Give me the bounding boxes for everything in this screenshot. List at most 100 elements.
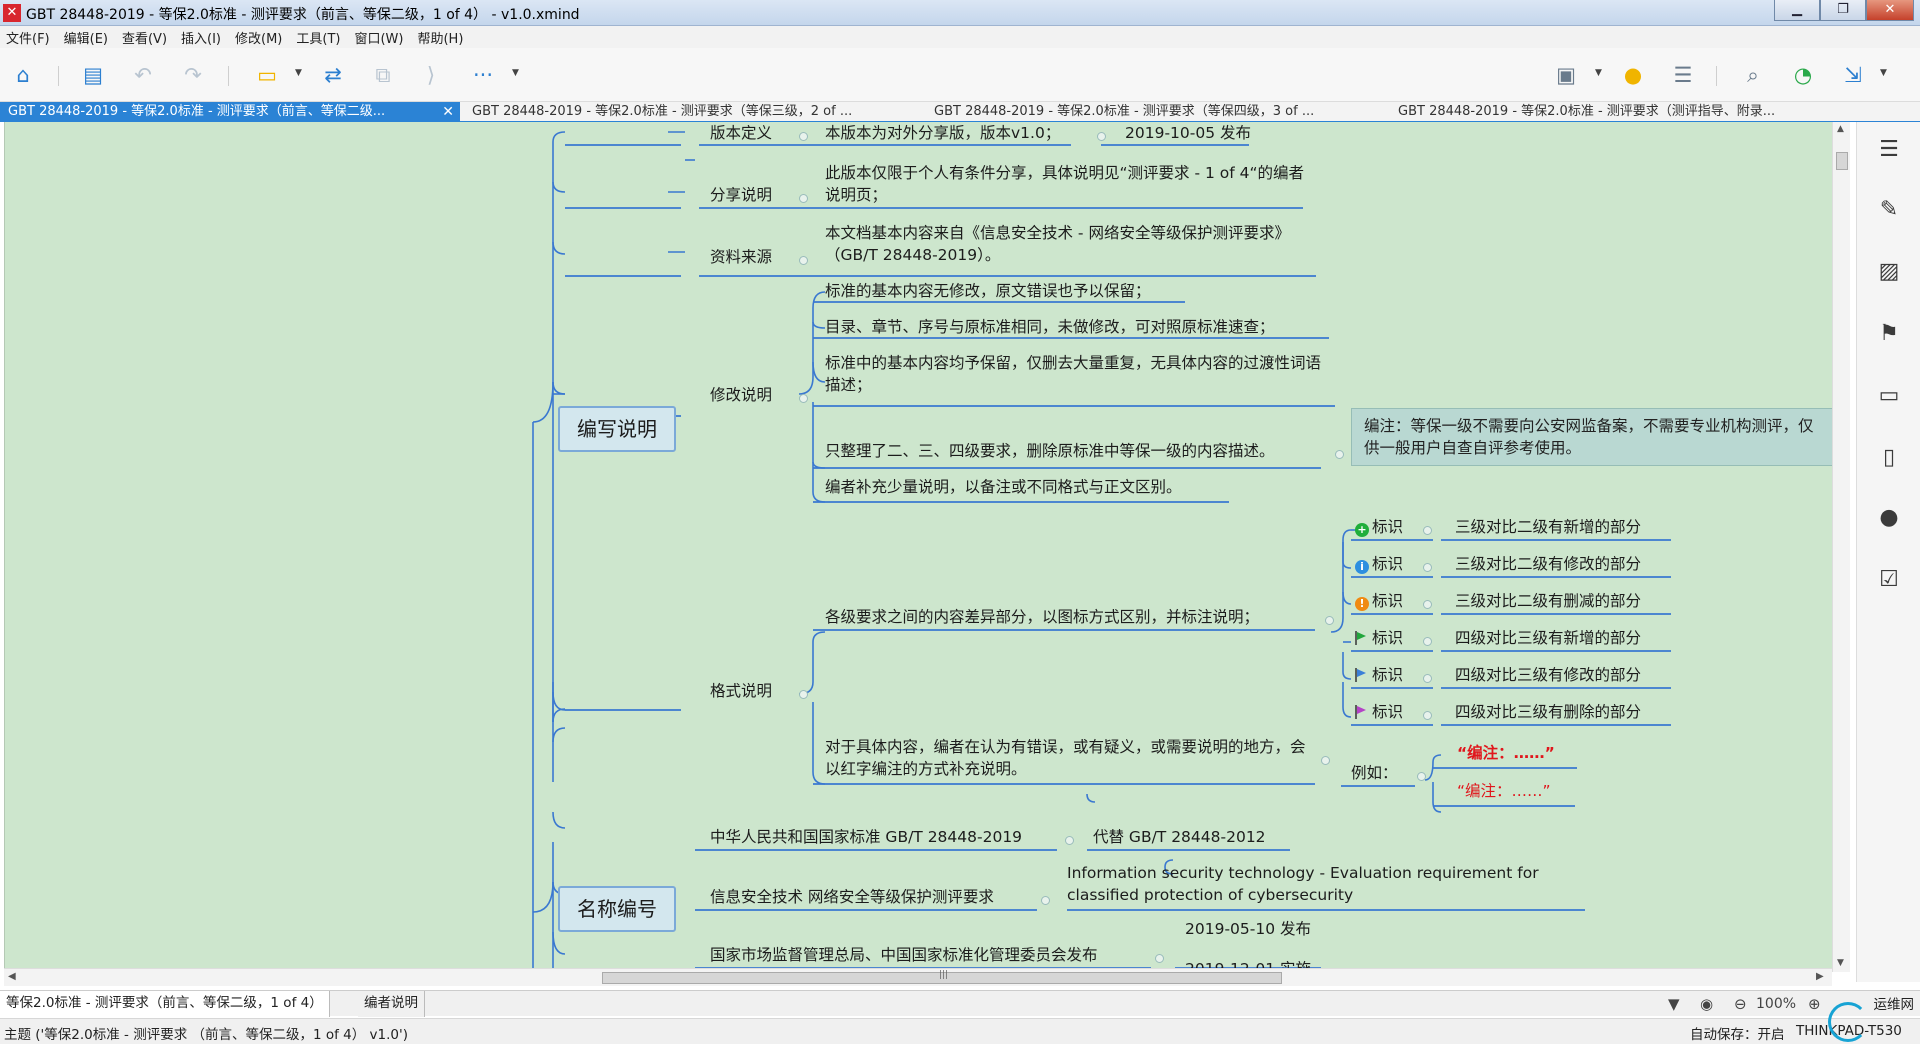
- topic-dropdown-icon[interactable]: ▼: [295, 68, 302, 78]
- scroll-left-icon[interactable]: ◀: [8, 971, 16, 982]
- collapse-toggle[interactable]: [1065, 836, 1074, 845]
- topic-xiugai-1[interactable]: 标准的基本内容无修改，原文错误也予以保留；: [825, 280, 1151, 302]
- central-topic-mingcheng[interactable]: 名称编号: [558, 886, 676, 932]
- topic-ziliao[interactable]: 资料来源: [710, 246, 772, 268]
- collapse-toggle[interactable]: [1097, 132, 1106, 141]
- more-dropdown-icon[interactable]: ▼: [512, 68, 519, 78]
- menu-window[interactable]: 窗口(W): [354, 28, 403, 47]
- comments-icon[interactable]: ●: [1875, 504, 1903, 532]
- undo-icon[interactable]: ↶: [130, 62, 156, 88]
- collapse-toggle[interactable]: [1041, 896, 1050, 905]
- topic-icon[interactable]: ▭: [254, 62, 280, 88]
- horizontal-scrollbar[interactable]: ◀ ||| ▶: [4, 968, 1832, 986]
- topic-mc-3-value-1[interactable]: 2019-05-10 发布: [1185, 918, 1311, 940]
- topic-xiugai-4[interactable]: 只整理了二、三、四级要求，删除原标准中等保一级的内容描述。: [825, 440, 1275, 462]
- topic-liru[interactable]: 例如：: [1351, 762, 1398, 784]
- mark-row-3[interactable]: ! 标识: [1355, 590, 1403, 612]
- boundary-icon[interactable]: ⧉: [370, 62, 396, 88]
- topic-xiugai-5[interactable]: 编者补充少量说明，以备注或不同格式与正文区别。: [825, 476, 1182, 498]
- export-dropdown-icon[interactable]: ▼: [1880, 68, 1887, 78]
- scroll-up-icon[interactable]: ▲: [1837, 124, 1844, 134]
- collapse-toggle[interactable]: [1423, 600, 1432, 609]
- scroll-right-icon[interactable]: ▶: [1816, 971, 1824, 982]
- collapse-toggle[interactable]: [799, 132, 808, 141]
- topic-geshi-2[interactable]: 对于具体内容，编者在认为有错误，或有疑义，或需要说明的地方，会以红字编注的方式补…: [825, 736, 1315, 780]
- menu-file[interactable]: 文件(F): [6, 28, 50, 47]
- view-eye-icon[interactable]: ◉: [1700, 995, 1713, 1013]
- topic-banben-date[interactable]: 2019-10-05 发布: [1125, 122, 1251, 144]
- collapse-toggle[interactable]: [1335, 450, 1344, 459]
- mark-text-5[interactable]: 四级对比三级有修改的部分: [1455, 664, 1641, 686]
- tab-doc-3[interactable]: GBT 28448-2019 - 等保2.0标准 - 测评要求（等保四级，3 o…: [926, 102, 1376, 122]
- scroll-down-icon[interactable]: ▼: [1837, 958, 1844, 968]
- mindmap-canvas[interactable]: 编写说明 版本定义 本版本为对外分享版，版本v1.0； 2019-10-05 发…: [4, 122, 1832, 972]
- minimize-button[interactable]: ▁: [1774, 0, 1820, 21]
- summary-icon[interactable]: ⟩: [418, 62, 444, 88]
- home-icon[interactable]: ⌂: [10, 62, 36, 88]
- menu-view[interactable]: 查看(V): [122, 28, 167, 47]
- style-brush-icon[interactable]: ✎: [1875, 196, 1903, 224]
- vertical-scroll-thumb[interactable]: [1836, 152, 1848, 170]
- collapse-toggle[interactable]: [1325, 616, 1334, 625]
- zoom-out-icon[interactable]: ⊖: [1734, 995, 1747, 1013]
- collapse-toggle[interactable]: [1417, 772, 1426, 781]
- search-icon[interactable]: ⌕: [1740, 62, 1766, 88]
- mark-row-5[interactable]: 标识: [1355, 664, 1403, 686]
- topic-mc-2-value[interactable]: Information security technology - Evalua…: [1067, 862, 1587, 906]
- mark-text-4[interactable]: 四级对比三级有新增的部分: [1455, 627, 1641, 649]
- menu-tools[interactable]: 工具(T): [296, 28, 340, 47]
- topic-xiugai-3[interactable]: 标准中的基本内容均予保留，仅删去大量重复，无具体内容的过渡性词语描述；: [825, 352, 1335, 396]
- collapse-toggle[interactable]: [1155, 954, 1164, 963]
- collapse-toggle[interactable]: [1423, 563, 1432, 572]
- collapse-toggle[interactable]: [799, 394, 808, 403]
- image-icon[interactable]: ▨: [1875, 258, 1903, 286]
- zoom-in-icon[interactable]: ⊕: [1808, 995, 1821, 1013]
- collapse-toggle[interactable]: [1423, 526, 1432, 535]
- topic-xiugai-4-note[interactable]: 编注：等保一级不需要向公安网监备案，不需要专业机构测评，仅供一般用户自查自评参考…: [1351, 408, 1832, 466]
- topic-banben-value[interactable]: 本版本为对外分享版，版本v1.0；: [825, 122, 1060, 144]
- mark-row-6[interactable]: 标识: [1355, 701, 1403, 723]
- export-icon[interactable]: ⇲: [1840, 62, 1866, 88]
- topic-mc-3[interactable]: 国家市场监督管理总局、中国国家标准化管理委员会发布: [710, 944, 1098, 966]
- task-icon[interactable]: ☑: [1875, 566, 1903, 594]
- sheet-tab-main[interactable]: 等保2.0标准 - 测评要求（前言、等保二级，1 of 4）: [0, 991, 330, 1017]
- xmind-app-icon[interactable]: ✕: [3, 4, 21, 22]
- topic-ziliao-value[interactable]: 本文档基本内容来自《信息安全技术 - 网络安全等级保护测评要求》（GB/T 28…: [825, 222, 1315, 266]
- outliner-icon[interactable]: ☰: [1670, 62, 1696, 88]
- text-style-icon[interactable]: ▭: [1875, 382, 1903, 410]
- collapse-toggle[interactable]: [1423, 674, 1432, 683]
- sheet-tab-notes[interactable]: 编者说明: [358, 991, 425, 1017]
- topic-example-2[interactable]: “编注：……”: [1457, 780, 1551, 802]
- save-icon[interactable]: ▤: [80, 62, 106, 88]
- presentation-icon[interactable]: ▣: [1553, 62, 1579, 88]
- vertical-scrollbar[interactable]: ▲ ▼: [1832, 122, 1850, 972]
- menu-edit[interactable]: 编辑(E): [64, 28, 108, 47]
- redo-icon[interactable]: ↷: [180, 62, 206, 88]
- collapse-toggle[interactable]: [799, 256, 808, 265]
- share-icon[interactable]: ◔: [1790, 62, 1816, 88]
- marker-flag-icon[interactable]: ⚑: [1875, 320, 1903, 348]
- presentation-dropdown-icon[interactable]: ▼: [1595, 68, 1602, 78]
- topic-mc-1[interactable]: 中华人民共和国国家标准 GB/T 28448-2019: [710, 826, 1022, 848]
- topic-mc-2[interactable]: 信息安全技术 网络安全等级保护测评要求: [710, 886, 994, 908]
- idea-icon[interactable]: ●: [1620, 62, 1646, 88]
- collapse-toggle[interactable]: [1423, 637, 1432, 646]
- close-window-button[interactable]: ✕: [1866, 0, 1914, 21]
- more-icon[interactable]: ···: [470, 62, 496, 88]
- topic-xiugai-2[interactable]: 目录、章节、序号与原标准相同，未做修改，可对照原标准速查；: [825, 316, 1275, 338]
- central-topic-bianxie[interactable]: 编写说明: [558, 406, 676, 452]
- mark-row-4[interactable]: 标识: [1355, 627, 1403, 649]
- tab-close-icon[interactable]: ✕: [442, 102, 454, 122]
- horizontal-scroll-thumb[interactable]: |||: [602, 970, 1282, 984]
- collapse-toggle[interactable]: [799, 690, 808, 699]
- mark-row-2[interactable]: i 标识: [1355, 553, 1403, 575]
- collapse-toggle[interactable]: [1321, 756, 1330, 765]
- mark-text-6[interactable]: 四级对比三级有删除的部分: [1455, 701, 1641, 723]
- menu-insert[interactable]: 插入(I): [181, 28, 221, 47]
- tab-doc-2[interactable]: GBT 28448-2019 - 等保2.0标准 - 测评要求（等保三级，2 o…: [464, 102, 914, 122]
- mark-text-2[interactable]: 三级对比二级有修改的部分: [1455, 553, 1641, 575]
- topic-example-1[interactable]: “编注：……”: [1457, 742, 1555, 764]
- notes-icon[interactable]: ▯: [1875, 444, 1903, 472]
- format-icon[interactable]: ☰: [1875, 136, 1903, 164]
- tab-doc-4[interactable]: GBT 28448-2019 - 等保2.0标准 - 测评要求（测评指导、附录.…: [1390, 102, 1840, 122]
